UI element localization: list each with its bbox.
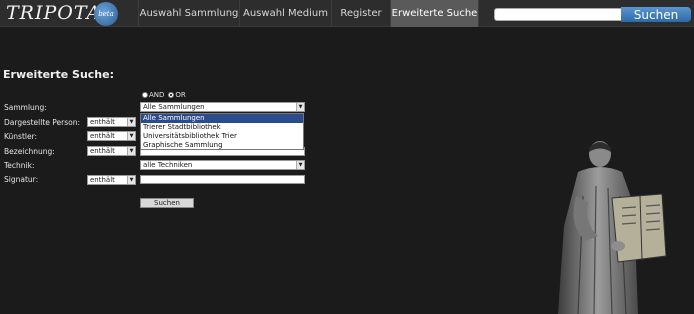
chevron-down-icon: ▼ xyxy=(127,118,135,126)
chevron-down-icon: ▼ xyxy=(127,132,135,140)
page-title: Erweiterte Suche: xyxy=(3,68,114,81)
operator-value: enthält xyxy=(90,132,115,140)
logic-radio-group: AND OR xyxy=(142,91,189,99)
bezeichnung-operator-select[interactable]: enthält ▼ xyxy=(87,146,136,156)
or-label: OR xyxy=(175,91,186,99)
operator-value: enthält xyxy=(90,118,115,126)
signatur-label: Signatur: xyxy=(4,175,39,184)
dropdown-option[interactable]: Trierer Stadtbibliothek xyxy=(141,123,303,132)
sammlung-dropdown-list: Alle Sammlungen Trierer Stadtbibliothek … xyxy=(140,113,304,150)
dargestellte-person-label: Dargestellte Person: xyxy=(4,118,80,127)
technik-value: alle Techniken xyxy=(143,161,193,169)
technik-label: Technik: xyxy=(4,161,35,170)
operator-value: enthält xyxy=(90,176,115,184)
dargestellte-person-operator-select[interactable]: enthält ▼ xyxy=(87,117,136,127)
bezeichnung-label: Bezeichnung: xyxy=(4,147,55,156)
dropdown-option[interactable]: Alle Sammlungen xyxy=(141,114,303,123)
search-input[interactable] xyxy=(494,8,622,21)
chevron-down-icon: ▼ xyxy=(127,147,135,155)
beta-badge: beta xyxy=(94,2,118,26)
nav-auswahl-sammlung[interactable]: Auswahl Sammlung xyxy=(138,0,239,27)
chevron-down-icon: ▼ xyxy=(296,103,304,111)
sammlung-select[interactable]: Alle Sammlungen ▼ xyxy=(140,102,305,112)
signatur-operator-select[interactable]: enthält ▼ xyxy=(87,175,136,185)
nav-erweiterte-suche[interactable]: Erweiterte Suche xyxy=(390,0,479,27)
nav-register[interactable]: Register xyxy=(331,0,390,27)
chevron-down-icon: ▼ xyxy=(296,161,304,169)
and-radio[interactable] xyxy=(142,92,148,98)
top-navigation-bar: TRIPOTA beta Auswahl Sammlung Auswahl Me… xyxy=(0,0,694,27)
nav-auswahl-medium[interactable]: Auswahl Medium xyxy=(239,0,331,27)
sammlung-value: Alle Sammlungen xyxy=(143,103,205,111)
kuenstler-label: Künstler: xyxy=(4,132,38,141)
logo-text: TRIPOTA xyxy=(6,2,102,24)
or-radio[interactable] xyxy=(168,92,175,98)
and-label: AND xyxy=(149,91,165,99)
dropdown-option[interactable]: Universitätsbibliothek Trier xyxy=(141,132,303,141)
submit-search-button[interactable]: Suchen xyxy=(140,198,194,208)
tripota-logo[interactable]: TRIPOTA beta xyxy=(6,1,118,26)
search-button[interactable]: Suchen xyxy=(621,7,691,22)
dropdown-option[interactable]: Graphische Sammlung xyxy=(141,141,303,150)
statue-illustration xyxy=(558,141,667,314)
technik-select[interactable]: alle Techniken ▼ xyxy=(140,160,305,170)
signatur-input[interactable] xyxy=(140,175,305,184)
kuenstler-operator-select[interactable]: enthält ▼ xyxy=(87,131,136,141)
sammlung-label: Sammlung: xyxy=(4,103,47,112)
operator-value: enthält xyxy=(90,147,115,155)
chevron-down-icon: ▼ xyxy=(127,176,135,184)
